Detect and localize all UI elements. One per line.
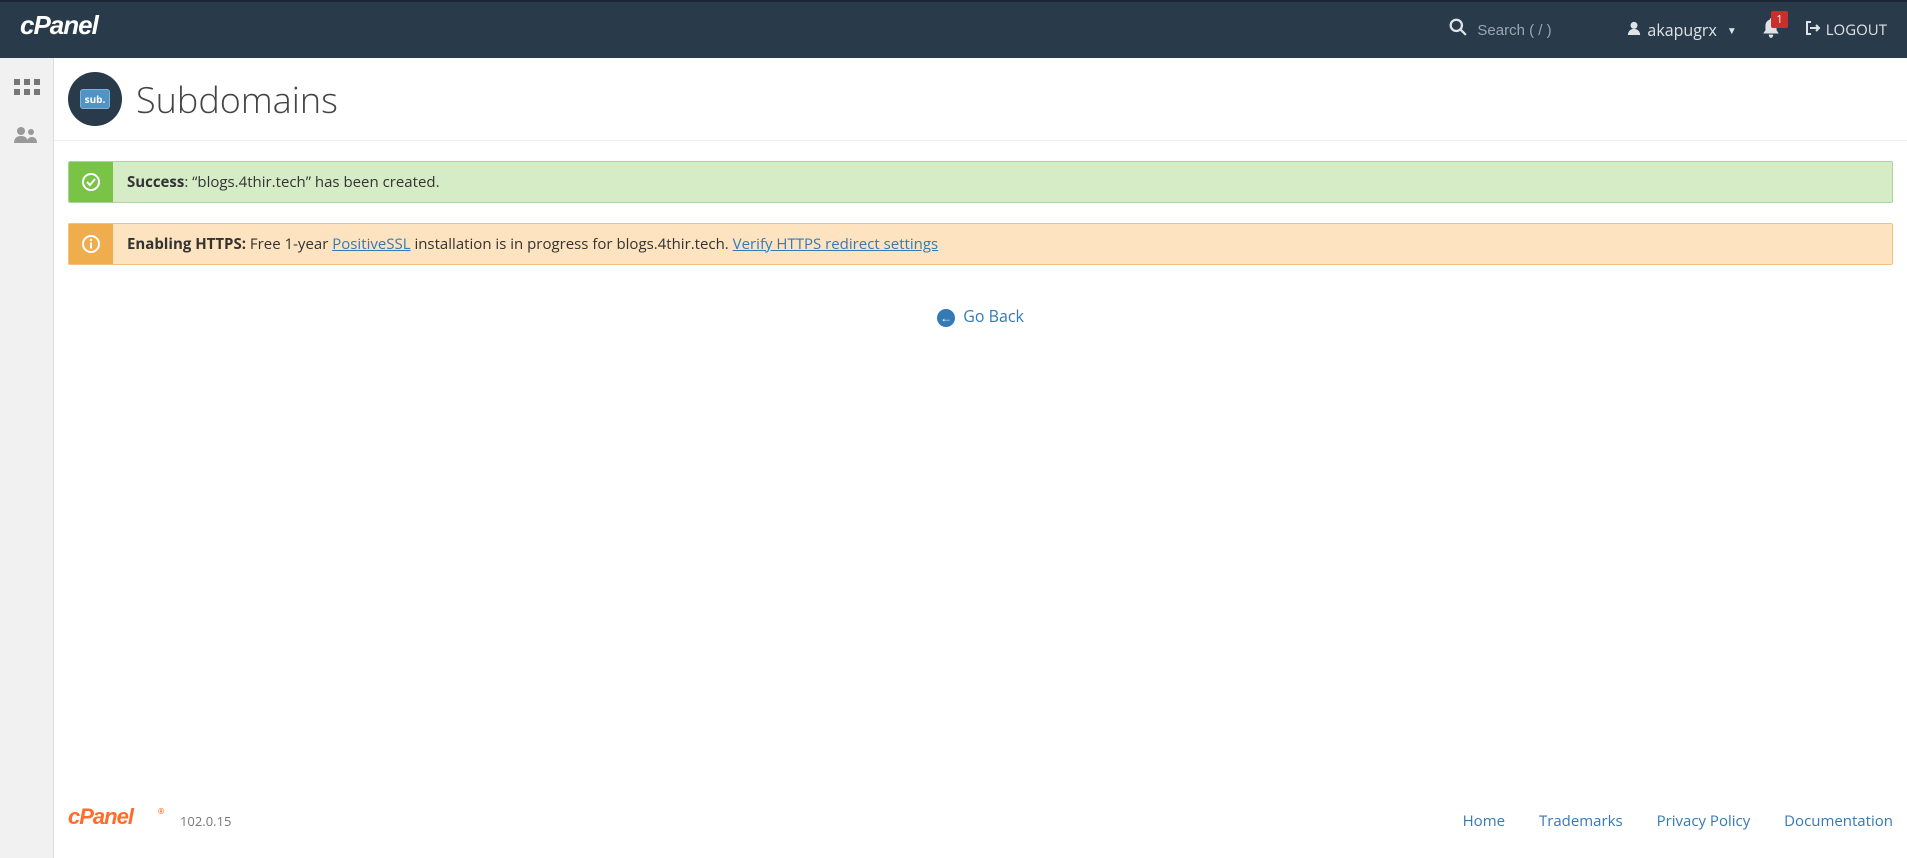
search-box[interactable] <box>1449 18 1597 42</box>
cpanel-logo-icon: cPanel <box>20 11 130 41</box>
alert-https-text2: installation is in progress for blogs.4t… <box>411 234 733 254</box>
footer-link-docs[interactable]: Documentation <box>1784 811 1893 831</box>
page-header: sub. Subdomains <box>54 58 1907 141</box>
user-icon <box>1627 21 1641 40</box>
alert-https-label: Enabling HTTPS: <box>127 234 246 254</box>
cpanel-footer-logo-icon: cPanel ® <box>68 804 168 830</box>
go-back-label: Go Back <box>963 305 1024 327</box>
alert-https: Enabling HTTPS: Free 1-year PositiveSSL … <box>68 223 1893 265</box>
verify-https-link[interactable]: Verify HTTPS redirect settings <box>733 234 939 254</box>
footer-link-home[interactable]: Home <box>1463 811 1505 831</box>
username: akapugrx <box>1647 19 1716 41</box>
alert-success-message: : “blogs.4thir.tech” has been created. <box>184 172 439 192</box>
arrow-left-circle-icon: ← <box>937 309 955 327</box>
alert-https-text1: Free 1-year <box>246 234 332 254</box>
page-title: Subdomains <box>136 75 338 124</box>
top-nav-bar: cPanel akapugrx ▼ 1 LOGOUT <box>0 0 1907 58</box>
alert-success-label: Success <box>127 172 184 192</box>
alert-success: Success: “blogs.4thir.tech” has been cre… <box>68 161 1893 203</box>
svg-text:cPanel: cPanel <box>68 804 135 829</box>
positivessl-link[interactable]: PositiveSSL <box>332 234 410 254</box>
footer: cPanel ® 102.0.15 Home Trademarks Privac… <box>54 784 1907 858</box>
svg-text:®: ® <box>158 807 164 816</box>
footer-link-privacy[interactable]: Privacy Policy <box>1657 811 1751 831</box>
sidebar-item-users[interactable] <box>0 114 54 160</box>
logout-icon <box>1805 19 1821 41</box>
footer-link-trademarks[interactable]: Trademarks <box>1539 811 1623 831</box>
info-circle-icon <box>69 224 113 264</box>
go-back-link[interactable]: ← Go Back <box>937 305 1024 327</box>
sidebar <box>0 58 54 858</box>
sidebar-item-apps[interactable] <box>0 68 54 114</box>
user-menu[interactable]: akapugrx ▼ <box>1627 19 1736 41</box>
search-input[interactable] <box>1477 22 1597 39</box>
notification-badge: 1 <box>1771 11 1787 28</box>
logout-button[interactable]: LOGOUT <box>1805 19 1887 41</box>
subdomains-icon: sub. <box>68 72 122 126</box>
check-circle-icon <box>69 162 113 202</box>
footer-version: 102.0.15 <box>180 812 231 830</box>
subdomains-icon-label: sub. <box>80 89 111 109</box>
chevron-down-icon: ▼ <box>1727 23 1737 37</box>
cpanel-logo[interactable]: cPanel <box>20 11 130 50</box>
svg-text:cPanel: cPanel <box>20 11 100 40</box>
search-icon <box>1449 18 1467 42</box>
notifications-button[interactable]: 1 <box>1762 17 1780 44</box>
go-back-wrap: ← Go Back <box>54 305 1907 327</box>
logout-label: LOGOUT <box>1826 20 1887 40</box>
grid-icon <box>14 79 40 104</box>
cpanel-footer-logo[interactable]: cPanel ® <box>68 804 168 838</box>
users-icon <box>13 125 41 150</box>
